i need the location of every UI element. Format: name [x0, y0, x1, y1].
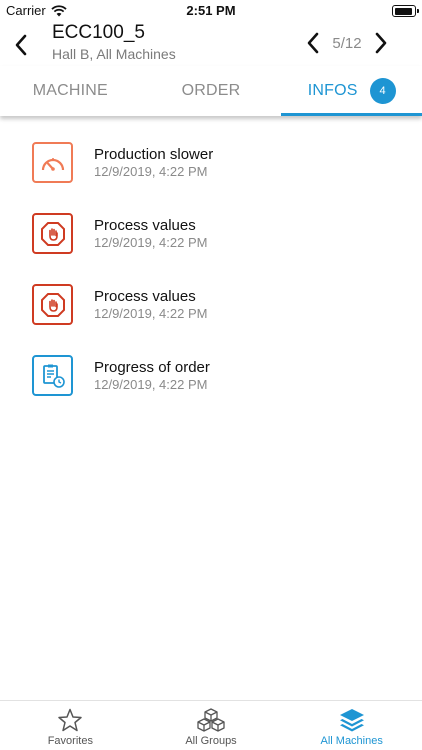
tabbar-favorites[interactable]: Favorites [0, 701, 141, 750]
count-badge: 4 [369, 78, 396, 104]
stop-hand-icon [32, 213, 73, 254]
tab-infos[interactable]: INFOS 4 [281, 66, 422, 116]
order-progress-icon [32, 355, 73, 396]
list-item[interactable]: Production slower 12/9/2019, 4:22 PM [0, 132, 422, 203]
gauge-icon [32, 142, 73, 183]
tabbar-all-machines[interactable]: All Machines [281, 701, 422, 750]
chevron-left-icon [307, 32, 319, 54]
item-title: Production slower [94, 146, 214, 163]
list-item[interactable]: Process values 12/9/2019, 4:22 PM [0, 203, 422, 274]
item-texts: Process values 12/9/2019, 4:22 PM [94, 217, 207, 251]
back-button[interactable] [8, 30, 34, 60]
tab-label: ORDER [181, 82, 241, 99]
tab-label: INFOS [307, 82, 358, 99]
star-icon [58, 708, 83, 732]
info-list: Production slower 12/9/2019, 4:22 PM Pro… [0, 132, 422, 416]
tabbar-label: Favorites [47, 735, 93, 747]
list-item[interactable]: Progress of order 12/9/2019, 4:22 PM [0, 345, 422, 416]
list-item[interactable]: Process values 12/9/2019, 4:22 PM [0, 274, 422, 345]
header-titles: ECC100_5 Hall B, All Machines [52, 22, 176, 63]
cubes-icon [197, 708, 225, 732]
chevron-right-icon [375, 32, 387, 54]
machine-pager: 5/12 [302, 30, 392, 56]
item-timestamp: 12/9/2019, 4:22 PM [94, 377, 208, 392]
tab-label: MACHINE [32, 82, 108, 99]
stop-hand-icon [32, 284, 73, 325]
item-title: Progress of order [94, 359, 210, 376]
chevron-left-icon [15, 34, 27, 56]
item-texts: Progress of order 12/9/2019, 4:22 PM [94, 359, 210, 393]
tab-machine[interactable]: MACHINE [0, 66, 141, 116]
item-title: Process values [94, 217, 196, 234]
item-timestamp: 12/9/2019, 4:22 PM [94, 306, 208, 321]
previous-machine-button[interactable] [302, 30, 324, 56]
page-title: ECC100_5 [52, 22, 145, 43]
battery-icon [392, 5, 419, 17]
bottom-tab-bar: Favorites All Groups All Machines [0, 700, 422, 750]
tab-order[interactable]: ORDER [141, 66, 282, 116]
item-texts: Process values 12/9/2019, 4:22 PM [94, 288, 207, 322]
segment-tabs: MACHINE ORDER INFOS 4 [0, 66, 422, 116]
item-timestamp: 12/9/2019, 4:22 PM [94, 164, 208, 179]
item-timestamp: 12/9/2019, 4:22 PM [94, 235, 208, 250]
item-title: Process values [94, 288, 196, 305]
page-subtitle: Hall B, All Machines [52, 46, 176, 62]
status-bar: Carrier 2:51 PM [0, 0, 422, 22]
tabbar-label: All Machines [320, 735, 383, 747]
pager-count: 5/12 [332, 34, 362, 52]
active-tab-indicator [281, 113, 422, 116]
nav-header: ECC100_5 Hall B, All Machines 5/12 [0, 22, 422, 66]
next-machine-button[interactable] [370, 30, 392, 56]
tabbar-label: All Groups [185, 735, 237, 747]
layers-icon [339, 709, 364, 732]
status-time: 2:51 PM [186, 3, 236, 18]
tabbar-all-groups[interactable]: All Groups [141, 701, 282, 750]
item-texts: Production slower 12/9/2019, 4:22 PM [94, 146, 213, 180]
